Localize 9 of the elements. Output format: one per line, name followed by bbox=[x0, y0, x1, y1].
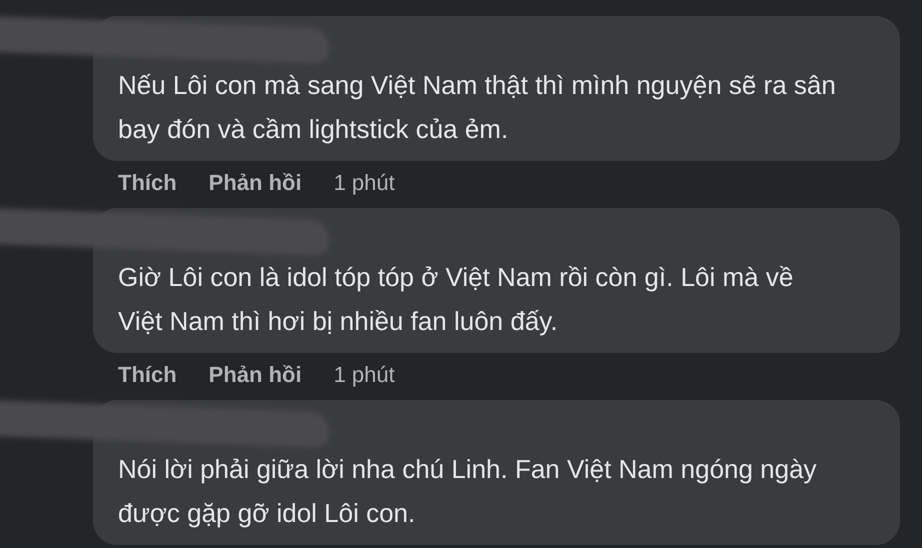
comment-text: Nếu Lôi con mà sang Việt Nam thật thì mình nguyện sẽ ra sân bay đón và cầm lightstick của ẻm. bbox=[118, 70, 836, 144]
like-link[interactable]: Thích bbox=[118, 170, 177, 196]
comment-text: Nói lời phải giữa lời nha chú Linh. Fan Việt Nam ngóng ngày được gặp gỡ idol Lôi con. bbox=[118, 454, 817, 528]
comment-text: Giờ Lôi con là idol tóp tóp ở Việt Nam rồi còn gì. Lôi mà về Việt Nam thì hơi bị nhiều fan luôn đấy. bbox=[118, 262, 794, 336]
reply-link[interactable]: Phản hồi bbox=[208, 170, 302, 196]
comment-time: 1 phút bbox=[334, 362, 395, 388]
reply-link[interactable]: Phản hồi bbox=[208, 362, 302, 388]
comment-time: 1 phút bbox=[334, 170, 395, 196]
like-link[interactable]: Thích bbox=[118, 362, 177, 388]
